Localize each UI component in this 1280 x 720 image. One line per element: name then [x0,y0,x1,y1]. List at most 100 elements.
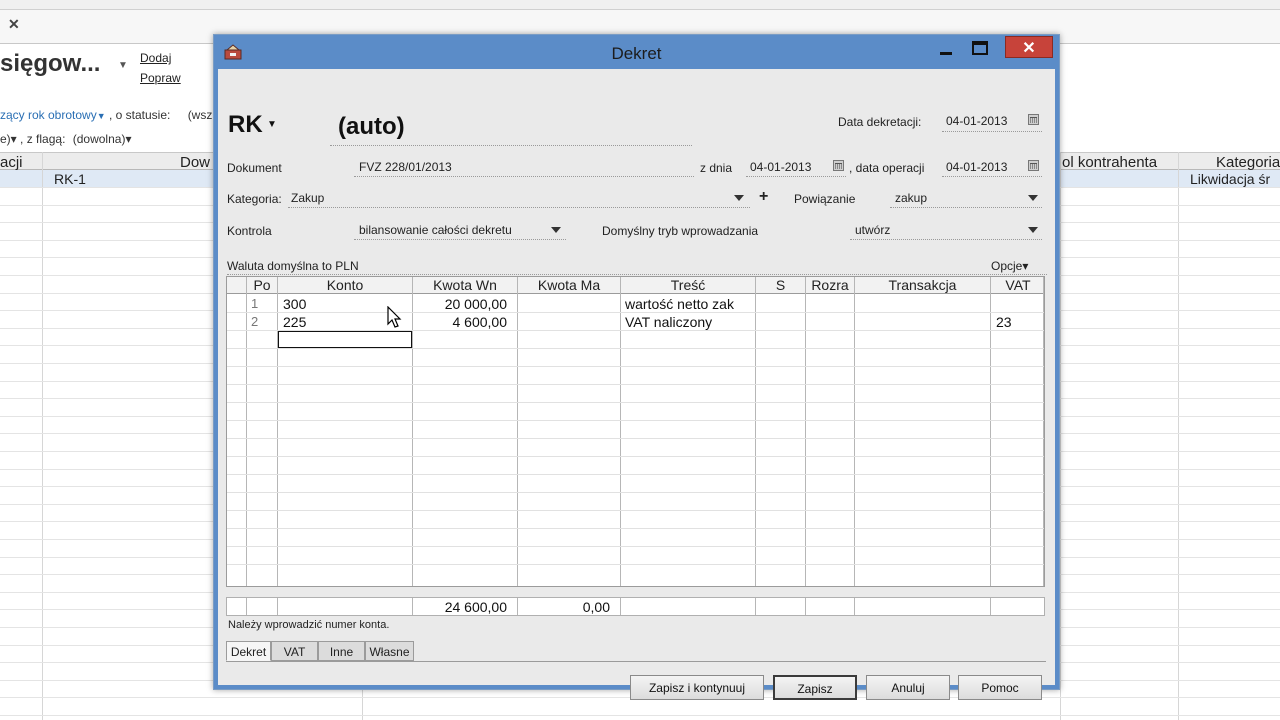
dokument-field[interactable]: FVZ 228/01/2013 [359,160,452,174]
column-header-rozra[interactable]: Rozra [806,277,854,294]
grid-row-line [227,402,1044,403]
column-header[interactable]: acji [0,154,23,171]
chevron-down-icon[interactable]: ▼ [118,60,128,71]
column-header-vat[interactable]: VAT [991,277,1045,294]
add-link[interactable]: Dodaj [140,51,171,65]
tab-inne[interactable]: Inne [318,641,365,661]
dokument-label: Dokument [227,161,282,175]
dialog-body: RK ▼ (auto) Data dekretacji: 04-01-2013 … [218,69,1055,700]
chevron-down-icon[interactable] [1028,227,1038,233]
column-header-kwota-wn[interactable]: Kwota Wn [413,277,517,294]
calendar-icon[interactable] [833,160,844,171]
dekret-dialog: Dekret ✕ RK ▼ (auto) Data dekretacji: 04… [213,34,1060,700]
help-button[interactable]: Pomoc [958,675,1042,700]
grid-line [1178,152,1179,720]
tab-vat[interactable]: VAT [271,641,318,661]
table-cell: RK-1 [54,171,86,187]
grid-column-line [755,598,756,615]
chevron-down-icon[interactable] [551,227,561,233]
tryb-select[interactable]: utwórz [855,223,890,237]
column-header[interactable]: Dow [180,154,210,171]
filter-prefix-value[interactable]: e)▾ [0,132,17,146]
grid-column-line [1043,277,1044,586]
kontrola-select[interactable]: bilansowanie całości dekretu [359,223,512,237]
status-filter-value[interactable]: (wsz [188,108,213,122]
grid-row-line [227,420,1044,421]
dotted-underline [330,145,692,146]
column-header-tresc[interactable]: Treść [621,277,755,294]
tryb-label: Domyślny tryb wprowadzania [602,224,759,238]
journal-prefix[interactable]: RK [228,111,263,139]
data-operacji-field[interactable]: 04-01-2013 [946,160,1007,174]
tab-dekret[interactable]: Dekret [226,641,271,661]
cell-tresc[interactable]: wartość netto zak [625,296,734,312]
add-category-button[interactable]: + [759,188,768,206]
calendar-icon[interactable] [1028,114,1039,125]
cell-po[interactable]: 2 [251,314,258,329]
data-operacji-label: , data operacji [849,161,925,175]
cell-po[interactable]: 1 [251,296,258,311]
grid-column-line [755,277,756,586]
cell-kwota-wn[interactable]: 20 000,00 [413,296,507,312]
dotted-underline [850,239,1042,240]
dotted-underline [890,207,1042,208]
grid-row-line [227,384,1044,385]
grid-column-line [854,277,855,586]
calendar-icon[interactable] [1028,160,1039,171]
grid-row-line [227,564,1044,565]
grid-row-line [227,366,1044,367]
totals-row: 24 600,00 0,00 [226,597,1045,616]
chevron-down-icon[interactable] [734,195,744,201]
dotted-underline [288,207,750,208]
save-button[interactable]: Zapisz [773,675,857,700]
column-header-transakcja[interactable]: Transakcja [855,277,990,294]
grid-column-line [517,277,518,586]
konto-edit-cell[interactable] [278,331,412,348]
data-dekretacji-field[interactable]: 04-01-2013 [946,114,1007,128]
grid-column-line [246,277,247,586]
data-dekretacji-label: Data dekretacji: [838,115,922,129]
grid-column-line [277,277,278,586]
grid-line [1060,152,1061,720]
document-number: (auto) [338,113,405,140]
column-header[interactable]: ol kontrahenta [1062,154,1157,171]
tab-wlasne[interactable]: Własne [365,641,414,661]
year-filter-link[interactable]: zący rok obrotowy [0,108,97,122]
column-header-po[interactable]: Po [247,277,277,294]
grid-row-line [227,348,1044,349]
dotted-underline [354,239,566,240]
powiazanie-select[interactable]: zakup [895,191,927,205]
z-dnia-label: z dnia [700,161,733,175]
total-kwota-ma: 0,00 [582,599,610,615]
column-header-s[interactable]: S [756,277,805,294]
cancel-button[interactable]: Anuluj [866,675,950,700]
z-dnia-field[interactable]: 04-01-2013 [750,160,811,174]
opcje-menu[interactable]: Opcje▾ [991,259,1028,273]
chevron-down-icon[interactable]: ▼ [97,111,106,121]
cell-tresc[interactable]: VAT naliczony [625,314,712,330]
column-header-kwota-ma[interactable]: Kwota Ma [518,277,620,294]
grid-row-line [227,312,1044,313]
grid-row-line [227,528,1044,529]
close-tab-icon[interactable]: ✕ [8,16,20,33]
dekret-grid[interactable]: Po Konto Kwota Wn Kwota Ma Treść S Rozra… [226,276,1045,587]
chevron-down-icon[interactable] [1028,195,1038,201]
column-header-konto[interactable]: Konto [278,277,412,294]
save-continue-button[interactable]: Zapisz i kontynuuj [630,675,764,700]
cell-konto[interactable]: 225 [283,314,306,330]
kategoria-select[interactable]: Zakup [291,191,324,205]
chevron-down-icon[interactable]: ▼ [267,119,277,130]
column-header[interactable]: Kategoria [1216,154,1280,171]
grid-column-line [854,598,855,615]
grid-line [0,715,1280,716]
app-top-bar [0,0,1280,10]
cell-vat[interactable]: 23 [996,314,1012,330]
total-kwota-wn: 24 600,00 [444,599,507,615]
kategoria-label: Kategoria: [227,192,282,206]
cell-kwota-wn[interactable]: 4 600,00 [413,314,508,330]
cell-konto[interactable]: 300 [283,296,306,312]
edit-link[interactable]: Popraw [140,71,181,85]
grid-column-line [246,598,247,615]
flag-filter-value[interactable]: (dowolna)▾ [73,132,132,146]
status-message: Należy wprowadzić numer konta. [228,619,390,631]
